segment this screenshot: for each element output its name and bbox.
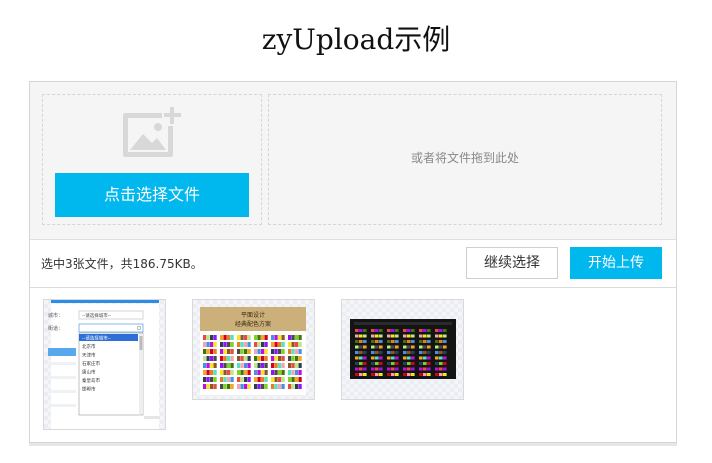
svg-text:经典配色方案: 经典配色方案 xyxy=(235,320,271,328)
svg-text:秦皇岛市: 秦皇岛市 xyxy=(82,377,100,384)
svg-text:平面设计: 平面设计 xyxy=(241,311,265,319)
thumb-district-label: 街道： xyxy=(48,325,63,332)
thumb-image xyxy=(350,319,456,379)
status-bar: 选中3张文件，共186.75KB。 继续选择 开始上传 xyxy=(30,240,676,288)
preview-thumb[interactable]: 平面设计 经典配色方案 xyxy=(192,299,315,400)
preview-thumb[interactable] xyxy=(341,299,464,400)
preview-thumb[interactable]: 城市： --请选择城市-- 街道： --请选择城市-- 北京市 天津市 石家庄市… xyxy=(43,299,166,430)
thumb-image: 平面设计 经典配色方案 xyxy=(200,307,306,395)
svg-text:唐山市: 唐山市 xyxy=(82,369,96,376)
svg-text:天津市: 天津市 xyxy=(82,352,96,359)
preview-list: 城市： --请选择城市-- 街道： --请选择城市-- 北京市 天津市 石家庄市… xyxy=(30,288,676,442)
page-title: zyUpload示例 xyxy=(261,23,451,56)
upload-top-area: 点击选择文件 或者将文件拖到此处 xyxy=(30,82,676,240)
continue-select-button[interactable]: 继续选择 xyxy=(466,247,558,279)
select-area[interactable]: 点击选择文件 xyxy=(42,94,262,225)
thumb-city-label: 城市： xyxy=(48,312,63,319)
thumb-image: 城市： --请选择城市-- 街道： --请选择城市-- 北京市 天津市 石家庄市… xyxy=(48,300,160,429)
drop-zone[interactable]: 或者将文件拖到此处 xyxy=(268,94,662,225)
uploader-panel: 点击选择文件 或者将文件拖到此处 选中3张文件，共186.75KB。 继续选择 … xyxy=(29,81,677,446)
svg-text:北京市: 北京市 xyxy=(82,343,96,350)
svg-text:--请选择城市--: --请选择城市-- xyxy=(82,335,111,342)
svg-text:石家庄市: 石家庄市 xyxy=(82,360,100,367)
svg-text:邯郸市: 邯郸市 xyxy=(82,386,96,393)
start-upload-button[interactable]: 开始上传 xyxy=(570,247,662,279)
image-add-icon xyxy=(123,105,183,157)
thumb-select-value: --请选择城市-- xyxy=(82,312,111,319)
select-file-button[interactable]: 点击选择文件 xyxy=(55,173,249,217)
drop-hint: 或者将文件拖到此处 xyxy=(410,151,519,165)
status-text: 选中3张文件，共186.75KB。 xyxy=(41,257,203,271)
